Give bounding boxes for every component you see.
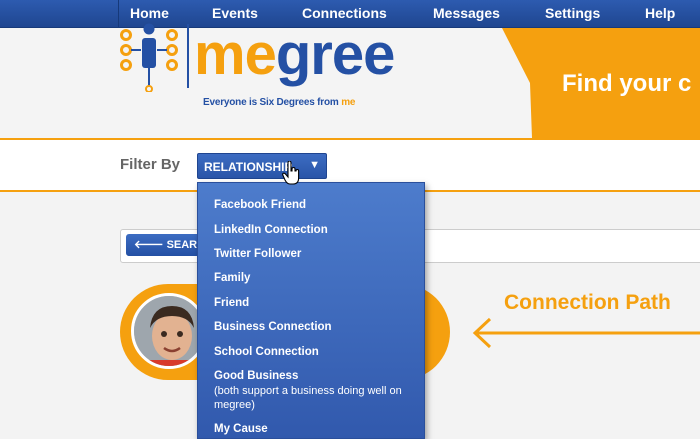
- option-friend[interactable]: Friend: [214, 297, 249, 309]
- logo-tagline: Everyone is Six Degrees from me: [203, 97, 355, 108]
- banner-text: Find your c: [562, 70, 692, 97]
- option-school-connection[interactable]: School Connection: [214, 346, 319, 358]
- avatar[interactable]: [131, 293, 207, 369]
- logo-gree: gree: [275, 22, 396, 87]
- logo-me: me: [194, 22, 277, 87]
- nav-settings[interactable]: Settings: [545, 0, 600, 28]
- option-family[interactable]: Family: [214, 272, 250, 284]
- logo-wordmark: megree: [194, 26, 395, 84]
- relationship-select[interactable]: RELATIONSHIP ▼: [197, 153, 327, 179]
- tagline-part2: Degrees from: [276, 97, 339, 108]
- good-business-note: (both support a business doing well on m…: [214, 385, 402, 411]
- option-facebook-friend[interactable]: Facebook Friend: [214, 199, 306, 211]
- option-business-connection[interactable]: Business Connection: [214, 321, 332, 333]
- nav-messages[interactable]: Messages: [433, 0, 500, 28]
- connection-path-title: Connection Path: [504, 291, 671, 314]
- left-arrow-icon: [472, 317, 700, 349]
- relationship-dropdown-menu: Facebook Friend LinkedIn Connection Twit…: [197, 182, 425, 439]
- tagline-part1: Everyone is Six: [203, 97, 274, 108]
- back-arrow-icon: 🡐: [134, 239, 164, 251]
- dropdown-arrow-icon: ▼: [309, 159, 320, 171]
- search-button[interactable]: 🡐 SEARCH: [126, 234, 206, 256]
- option-my-cause[interactable]: My Cause: [214, 423, 268, 435]
- option-twitter-follower[interactable]: Twitter Follower: [214, 248, 301, 260]
- option-good-business[interactable]: Good Business: [214, 370, 298, 382]
- nav-help[interactable]: Help: [645, 0, 675, 28]
- tagline-me: me: [341, 97, 356, 108]
- relationship-select-value: RELATIONSHIP: [204, 160, 292, 174]
- filter-label: Filter By: [120, 156, 181, 173]
- option-linkedin-connection[interactable]: LinkedIn Connection: [214, 224, 328, 236]
- hand-cursor-icon: [282, 161, 300, 185]
